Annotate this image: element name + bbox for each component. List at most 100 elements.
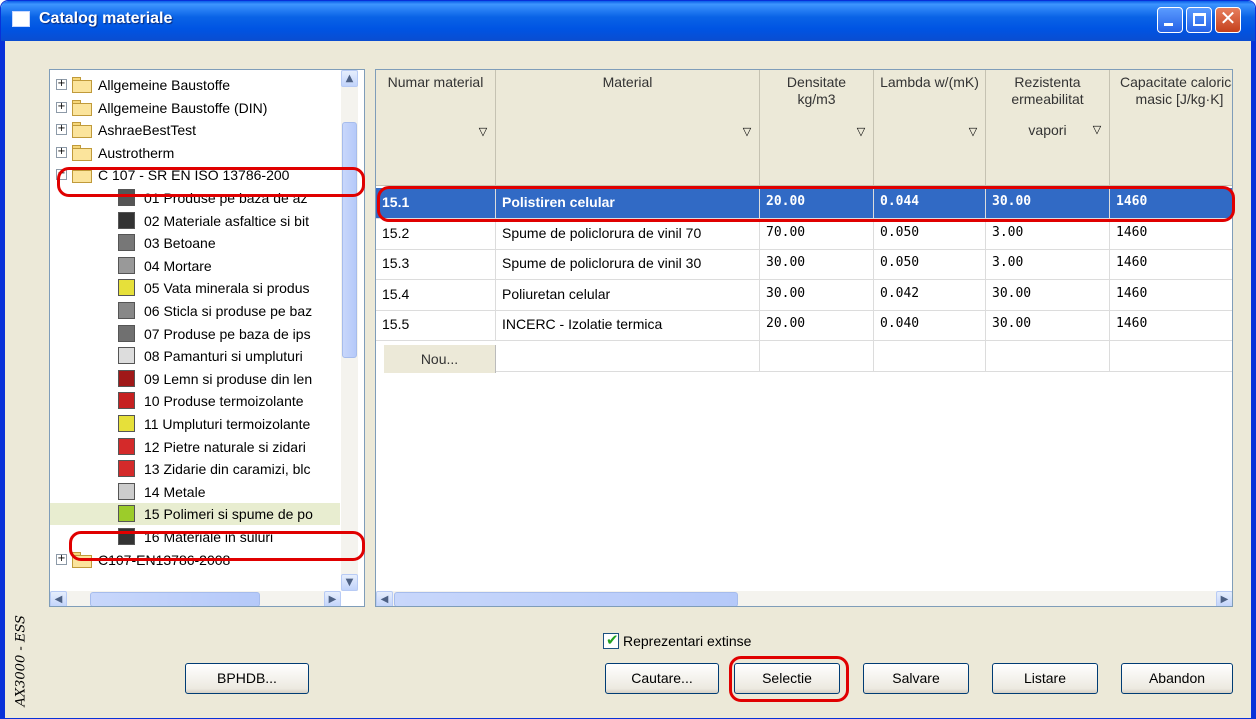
empty-cell [1110, 341, 1232, 372]
column-header[interactable]: Numar material ▽ [376, 70, 496, 186]
salvare-button[interactable]: Salvare [863, 663, 969, 694]
selectie-button[interactable]: Selectie [734, 663, 840, 694]
scroll-down-icon[interactable]: ▼ [341, 574, 358, 591]
tree-item[interactable]: 02 Materiale asfaltice si bit [50, 210, 340, 232]
tree-item-label: 04 Mortare [144, 257, 212, 274]
table-cell: Polistiren celular [496, 188, 760, 219]
title-bar[interactable]: Catalog materiale ✕ [1, 1, 1255, 41]
tree-item[interactable]: 13 Zidarie din caramizi, blc [50, 458, 340, 480]
table-cell: Poliuretan celular [496, 279, 760, 311]
tree-item-label: Austrotherm [98, 144, 175, 161]
folder-icon [72, 99, 94, 116]
tree-item[interactable]: + Austrotherm [50, 142, 340, 164]
tree-item[interactable]: 05 Vata minerala si produs [50, 277, 340, 299]
scroll-right-icon[interactable]: ▶ [1216, 591, 1232, 606]
column-header[interactable]: Material ▽ [496, 70, 760, 186]
tree-hscroll-thumb[interactable] [90, 592, 260, 606]
material-pattern-icon [118, 302, 135, 319]
window-frame-right [1251, 41, 1255, 718]
tree-item[interactable]: + Allgemeine Baustoffe [50, 74, 340, 96]
tree-item-label: C 107 - SR EN ISO 13786-200 [98, 167, 290, 184]
material-pattern-icon [118, 369, 135, 387]
tree-item[interactable]: 16 Materiale in suluri [50, 526, 340, 548]
tree-item[interactable]: 11 Umpluturi termoizolante [50, 413, 340, 435]
extended-representation-checkbox[interactable]: ✔ [603, 631, 619, 649]
tree-item[interactable]: 06 Sticla si produse pe baz [50, 300, 340, 322]
table-cell: 15.2 [376, 218, 496, 250]
tree-item-label: 13 Zidarie din caramizi, blc [144, 461, 311, 478]
tree-item[interactable]: 07 Produse pe baza de ips [50, 323, 340, 345]
materials-grid[interactable]: Numar material ▽ Material ▽ Densitate kg/m3 ▽… [375, 69, 1233, 607]
filter-icon[interactable]: ▽ [856, 124, 866, 138]
material-pattern-icon [118, 256, 135, 274]
tree-item[interactable]: 01 Produse pe baza de az [50, 187, 340, 209]
column-header[interactable]: Rezistenta ermeabilitat vapori ▽ [986, 70, 1110, 186]
tree-scroll-thumb[interactable] [342, 122, 357, 358]
new-row-button[interactable]: Nou... [384, 345, 496, 373]
table-cell: 1460 [1110, 310, 1232, 341]
bphdb-button[interactable]: BPHDB... [185, 663, 309, 694]
tree-item[interactable]: 04 Mortare [50, 255, 340, 277]
scroll-right-icon[interactable]: ▶ [324, 591, 341, 606]
tree-item[interactable]: 14 Metale [50, 481, 340, 503]
column-header[interactable]: Densitate kg/m3 ▽ [760, 70, 874, 186]
minimize-button[interactable] [1157, 7, 1183, 33]
table-cell: 30.00 [986, 188, 1110, 219]
tree-item[interactable]: + AshraeBestTest [50, 119, 340, 141]
tree-item[interactable]: − C 107 - SR EN ISO 13786-200 [50, 164, 340, 186]
tree-item-label: 01 Produse pe baza de az [144, 190, 308, 206]
tree-horizontal-scrollbar[interactable]: ◀ ▶ [50, 591, 341, 606]
tree-item[interactable]: 12 Pietre naturale si zidari [50, 436, 340, 458]
filter-icon[interactable]: ▽ [742, 124, 752, 138]
empty-cell [760, 340, 874, 372]
tree-item-label: 06 Sticla si produse pe baz [144, 303, 313, 319]
collapse-icon[interactable]: − [56, 169, 67, 181]
tree-item-label: 08 Pamanturi si umpluturi [144, 348, 303, 365]
maximize-button[interactable] [1186, 7, 1212, 33]
expand-icon[interactable]: + [56, 79, 67, 90]
tree-item-label: 12 Pietre naturale si zidari [144, 438, 306, 455]
expand-icon[interactable]: + [56, 124, 67, 136]
material-pattern-icon [118, 324, 135, 342]
material-pattern-icon [118, 211, 135, 229]
column-header-label: Rezistenta ermeabilitat [1011, 74, 1084, 107]
cautare-button[interactable]: Cautare... [605, 663, 719, 694]
column-header[interactable]: Capacitate calorica masic [J/kg·K] [1110, 70, 1233, 186]
filter-icon[interactable]: ▽ [1092, 122, 1102, 136]
table-cell: 30.00 [760, 249, 874, 280]
table-cell: 0.040 [874, 310, 986, 341]
tree-item[interactable]: + Allgemeine Baustoffe (DIN) [50, 97, 340, 119]
tree-item-label: C107-EN13786-2008 [98, 551, 231, 568]
expand-icon[interactable]: + [56, 553, 67, 565]
filter-icon[interactable]: ▽ [478, 124, 488, 138]
tree-item[interactable]: 08 Pamanturi si umpluturi [50, 345, 340, 367]
column-header[interactable]: Lambda w/(mK) ▽ [874, 70, 986, 186]
grid-hscroll-thumb[interactable] [394, 592, 738, 606]
folder-icon [72, 167, 94, 184]
grid-horizontal-scrollbar[interactable]: ◀ ▶ [376, 591, 1232, 606]
table-cell: 0.042 [874, 279, 986, 311]
close-button[interactable]: ✕ [1215, 6, 1241, 33]
table-cell: 70.00 [760, 218, 874, 250]
tree-item[interactable]: 09 Lemn si produse din len [50, 368, 340, 390]
abandon-button[interactable]: Abandon [1121, 663, 1233, 694]
column-header-label: Capacitate calorica masic [J/kg·K] [1119, 74, 1233, 107]
tree-item[interactable]: 10 Produse termoizolante [50, 390, 340, 412]
scroll-up-icon[interactable]: ▲ [341, 70, 358, 87]
expand-icon[interactable]: + [56, 101, 67, 113]
scroll-left-icon[interactable]: ◀ [376, 591, 393, 606]
tree-item-label: 16 Materiale in suluri [144, 529, 274, 545]
filter-icon[interactable]: ▽ [968, 124, 978, 138]
listare-button[interactable]: Listare [992, 663, 1098, 694]
scroll-left-icon[interactable]: ◀ [50, 591, 67, 606]
tree-vertical-scrollbar[interactable]: ▲ ▼ [341, 70, 358, 591]
tree-item[interactable]: 15 Polimeri si spume de po [50, 503, 340, 526]
table-cell: 1460 [1110, 280, 1232, 311]
tree-item-label: 11 Umpluturi termoizolante [144, 416, 311, 432]
tree-item[interactable]: 03 Betoane [50, 232, 340, 254]
tree-item[interactable]: + C107-EN13786-2008 [50, 549, 340, 571]
expand-icon[interactable]: + [56, 146, 67, 158]
table-cell: 15.4 [376, 279, 496, 311]
material-tree[interactable]: + Allgemeine Baustoffe + Allgemeine Baustof… [49, 69, 365, 607]
table-cell: 3.00 [986, 249, 1110, 280]
